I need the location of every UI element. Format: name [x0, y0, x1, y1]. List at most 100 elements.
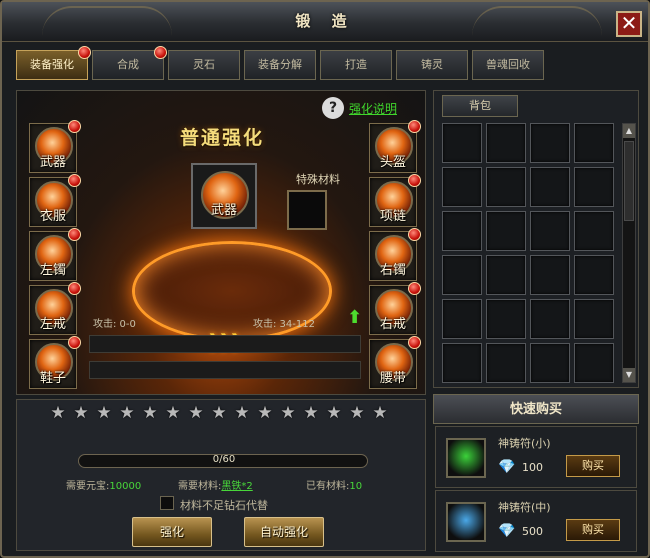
bag-panel: 背包 ▲ ▼: [433, 90, 639, 388]
bag-slot[interactable]: [486, 167, 526, 207]
bag-scrollbar[interactable]: ▲ ▼: [622, 123, 636, 383]
scroll-down-icon[interactable]: ▼: [623, 368, 635, 382]
cost-gold: 需要元宝:10000: [66, 477, 141, 492]
bag-slot[interactable]: [530, 167, 570, 207]
buy-button[interactable]: 购买: [566, 455, 620, 477]
equipment-slot-label: 头盔: [379, 155, 406, 170]
window-title: 锻 造: [295, 12, 355, 30]
enhance-progress-bar: 0/60: [78, 454, 368, 468]
diamond-icon: 💎: [498, 523, 516, 539]
bag-slot[interactable]: [530, 211, 570, 251]
bag-slot[interactable]: [530, 123, 570, 163]
shop-item-name: 神铸符(中): [498, 501, 551, 514]
alert-dot-icon: [408, 174, 421, 187]
bag-slot[interactable]: [486, 123, 526, 163]
star-icon: ★: [303, 403, 319, 423]
talisman-medium-icon: [446, 502, 486, 542]
tab-1[interactable]: 合成: [92, 50, 164, 80]
shop-item: 神铸符(小) 💎 100 购买: [435, 426, 637, 488]
bag-slot[interactable]: [442, 299, 482, 339]
equipment-slot[interactable]: 项链: [369, 174, 421, 227]
star-icon: ★: [142, 403, 158, 423]
star-icon: ★: [96, 403, 112, 423]
title-bar[interactable]: 锻 造 ✕: [2, 2, 648, 42]
cost-material-value[interactable]: 黑铁*2: [221, 481, 252, 492]
star-icon: ★: [211, 403, 227, 423]
star-icon: ★: [372, 403, 388, 423]
star-icon: ★: [349, 403, 365, 423]
bag-slot[interactable]: [442, 167, 482, 207]
bag-slot[interactable]: [442, 343, 482, 383]
equipment-slot[interactable]: 头盔: [369, 120, 421, 173]
tab-4[interactable]: 打造: [320, 50, 392, 80]
special-material-label: 特殊材料: [296, 173, 340, 186]
scroll-up-icon[interactable]: ▲: [623, 124, 635, 138]
bag-slot[interactable]: [442, 123, 482, 163]
enhance-button[interactable]: 强化: [132, 517, 212, 547]
equipment-slot[interactable]: 腰带: [369, 336, 421, 389]
tab-2[interactable]: 灵石: [168, 50, 240, 80]
star-icon: ★: [188, 403, 204, 423]
alert-dot-icon: [68, 228, 81, 241]
equipment-slot[interactable]: 左戒: [29, 282, 81, 335]
tab-5[interactable]: 铸灵: [396, 50, 468, 80]
equipment-slot[interactable]: 右镯: [369, 228, 421, 281]
bag-slot[interactable]: [530, 255, 570, 295]
equipment-slot[interactable]: 右戒: [369, 282, 421, 335]
equipment-slot-label: 右戒: [379, 317, 406, 332]
star-icon: ★: [326, 403, 342, 423]
bag-slot[interactable]: [574, 211, 614, 251]
alert-dot-icon: [68, 336, 81, 349]
special-material-slot[interactable]: [287, 190, 327, 230]
owned-material: 已有材料:10: [306, 477, 362, 492]
equipment-slot[interactable]: 武器: [29, 120, 81, 173]
equipment-slot-label: 鞋子: [39, 371, 66, 386]
bag-slot[interactable]: [442, 255, 482, 295]
bag-slot[interactable]: [574, 167, 614, 207]
tab-0[interactable]: 装备强化: [16, 50, 88, 80]
title-ornament-right: [472, 6, 602, 36]
bag-slot[interactable]: [486, 255, 526, 295]
tab-6[interactable]: 兽魂回收: [472, 50, 544, 80]
cost-material: 需要材料:黑铁*2: [178, 477, 253, 492]
scroll-thumb[interactable]: [624, 141, 634, 221]
equipment-slot[interactable]: 衣服: [29, 174, 81, 227]
equipment-slot-label: 左戒: [39, 317, 66, 332]
buy-button[interactable]: 购买: [566, 519, 620, 541]
bag-slot[interactable]: [530, 343, 570, 383]
equipment-slot[interactable]: 左镯: [29, 228, 81, 281]
attack-after: 攻击: 34-112: [253, 319, 315, 330]
bag-slot[interactable]: [486, 299, 526, 339]
cost-gold-value: 10000: [109, 481, 142, 492]
enhance-stage: ? 强化说明 普通强化 武器 特殊材料 攻击: 0-0 攻击: 34-112 ⬆…: [16, 90, 426, 395]
tab-3[interactable]: 装备分解: [244, 50, 316, 80]
bag-slot[interactable]: [574, 299, 614, 339]
equipment-slot-label: 右镯: [379, 263, 406, 278]
bag-slot[interactable]: [574, 123, 614, 163]
help-icon[interactable]: ?: [322, 97, 344, 119]
close-icon[interactable]: ✕: [616, 11, 642, 37]
star-icon: ★: [257, 403, 273, 423]
shop-item: 神铸符(中) 💎 500 购买: [435, 490, 637, 552]
bag-slot[interactable]: [530, 299, 570, 339]
alert-dot-icon: [78, 46, 91, 59]
equipment-slot[interactable]: 鞋子: [29, 336, 81, 389]
stat-up-arrow-icon: ⬆: [347, 307, 363, 328]
help-link[interactable]: 强化说明: [349, 100, 397, 117]
bag-slot[interactable]: [486, 211, 526, 251]
diamond-icon: 💎: [498, 459, 516, 475]
star-icon: ★: [50, 403, 66, 423]
bag-tab[interactable]: 背包: [442, 95, 518, 117]
equipment-slot-label: 武器: [39, 155, 66, 170]
bag-slot[interactable]: [574, 255, 614, 295]
bag-slot[interactable]: [442, 211, 482, 251]
stage-title: 普通强化: [179, 127, 264, 149]
equipment-slot-label: 左镯: [39, 263, 66, 278]
auto-enhance-button[interactable]: 自动强化: [244, 517, 324, 547]
bag-slot[interactable]: [574, 343, 614, 383]
bag-slot[interactable]: [486, 343, 526, 383]
target-equipment-slot[interactable]: 武器: [191, 163, 257, 229]
progress-text: 0/60: [212, 454, 236, 465]
diamond-substitute-checkbox[interactable]: [160, 496, 174, 510]
equipment-slot-label: 腰带: [379, 371, 406, 386]
